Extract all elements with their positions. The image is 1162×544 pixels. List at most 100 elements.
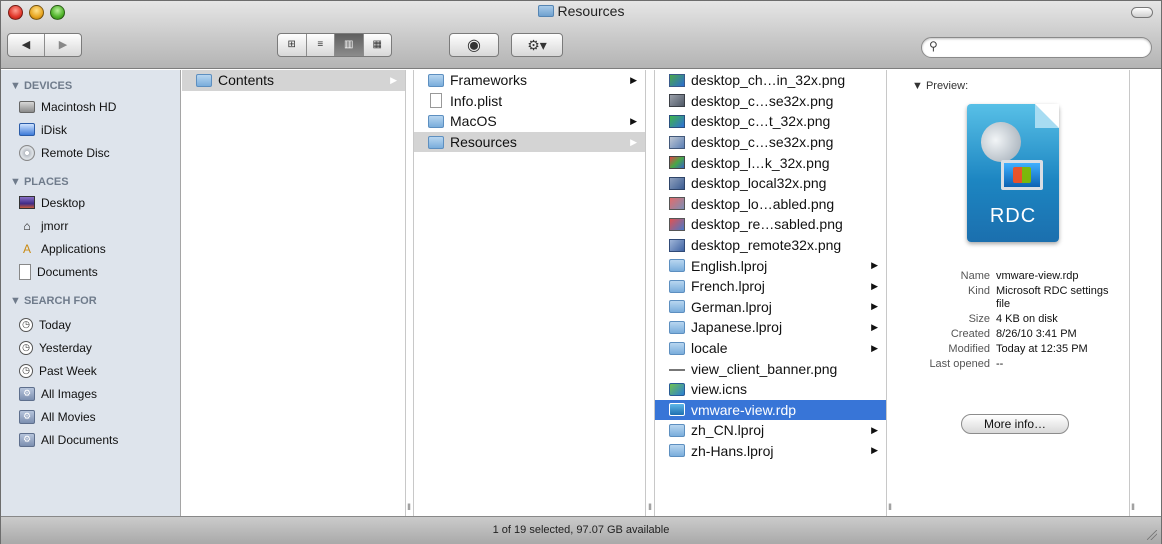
sidebar-item-all-images[interactable]: ⚙ All Images	[1, 382, 180, 405]
devices-heading[interactable]: ▼ DEVICES	[1, 77, 180, 95]
info-row-modified: Modified Today at 12:35 PM	[894, 343, 1130, 356]
file-row-frameworks[interactable]: Frameworks ▶	[414, 70, 645, 91]
folder-icon	[428, 135, 444, 149]
action-menu-button[interactable]: ⚙▾	[511, 33, 563, 57]
file-icon	[669, 403, 685, 417]
file-row[interactable]: English.lproj ▶	[655, 255, 886, 276]
file-icon	[669, 382, 685, 396]
more-info-button[interactable]: More info…	[961, 414, 1069, 434]
info-value: 8/26/10 3:41 PM	[996, 328, 1077, 340]
sidebar-item-yesterday[interactable]: ◷ Yesterday	[1, 336, 180, 359]
disc-icon	[19, 144, 35, 161]
file-row[interactable]: zh-Hans.lproj ▶	[655, 441, 886, 462]
list-view-button[interactable]: ≡	[307, 34, 335, 56]
folder-icon	[669, 341, 685, 355]
sidebar-item-all-documents[interactable]: ⚙ All Documents	[1, 428, 180, 451]
back-button[interactable]: ◀	[8, 34, 45, 56]
file-row[interactable]: desktop_lo…abled.png	[655, 194, 886, 215]
file-row[interactable]: German.lproj ▶	[655, 297, 886, 318]
file-row[interactable]: Japanese.lproj ▶	[655, 317, 886, 338]
file-name: zh-Hans.lproj	[691, 442, 774, 459]
file-row[interactable]: desktop_re…sabled.png	[655, 214, 886, 235]
info-row-kind: Kind Microsoft RDC settings file	[894, 285, 1130, 311]
forward-button[interactable]: ▶	[45, 34, 81, 56]
sidebar-item-label: iDisk	[41, 122, 67, 137]
folder-icon	[669, 259, 685, 273]
file-row[interactable]: desktop_c…se32x.png	[655, 132, 886, 153]
file-row[interactable]: locale ▶	[655, 338, 886, 359]
file-row[interactable]: desktop_local32x.png	[655, 173, 886, 194]
file-row[interactable]: French.lproj ▶	[655, 276, 886, 297]
file-row[interactable]: desktop_remote32x.png	[655, 235, 886, 256]
file-name: desktop_ch…in_32x.png	[691, 72, 846, 89]
view-mode-control: ⊞ ≡ ▥ ▦	[277, 33, 392, 57]
disclosure-arrow-icon: ▶	[390, 74, 397, 85]
disclosure-arrow-icon: ▶	[871, 342, 878, 353]
file-row-resources[interactable]: Resources ▶	[414, 131, 645, 153]
folder-icon	[537, 5, 554, 17]
file-row[interactable]: desktop_ch…in_32x.png	[655, 70, 886, 91]
sidebar-item-remote-disc[interactable]: Remote Disc	[1, 141, 180, 164]
clock-icon: ◷	[19, 317, 33, 332]
sidebar-item-macintosh-hd[interactable]: Macintosh HD	[1, 95, 180, 118]
file-name: desktop_remote32x.png	[691, 237, 842, 254]
file-row[interactable]: view.icns	[655, 379, 886, 400]
column-2: Frameworks ▶ Info.plist MacOS ▶ Resource…	[414, 70, 646, 516]
sidebar-item-label: All Documents	[41, 432, 119, 447]
info-key: Created	[950, 328, 990, 340]
sidebar: ▼ DEVICES Macintosh HD iDisk Remote Disc…	[1, 70, 181, 516]
info-row-created: Created 8/26/10 3:41 PM	[894, 328, 1130, 341]
sidebar-item-idisk[interactable]: iDisk	[1, 118, 180, 141]
column-resize-handle[interactable]: II	[406, 70, 414, 516]
sidebar-item-label: All Images	[41, 386, 98, 401]
file-row-macos[interactable]: MacOS ▶	[414, 111, 645, 132]
sidebar-item-desktop[interactable]: Desktop	[1, 191, 180, 214]
sidebar-item-all-movies[interactable]: ⚙ All Movies	[1, 405, 180, 428]
file-name: Contents	[218, 72, 275, 89]
sidebar-item-today[interactable]: ◷ Today	[1, 313, 180, 336]
file-row[interactable]: desktop_c…se32x.png	[655, 91, 886, 112]
sidebar-item-label: jmorr	[41, 218, 69, 233]
sidebar-item-label: Desktop	[41, 195, 86, 210]
clock-icon: ◷	[19, 363, 33, 378]
sidebar-item-documents[interactable]: Documents	[1, 260, 180, 283]
file-name: MacOS	[450, 113, 497, 130]
title-bar: Resources ◀ ▶ ⊞ ≡ ▥ ▦ ◉ ⚙▾ ⚲	[1, 1, 1161, 69]
preview-heading[interactable]: ▼ Preview:	[894, 70, 1129, 92]
search-field[interactable]: ⚲	[921, 37, 1152, 58]
sidebar-item-label: Applications	[41, 241, 106, 256]
file-info: Name vmware-view.rdp Kind Microsoft RDC se…	[894, 270, 1130, 373]
info-key: Name	[960, 270, 990, 282]
search-input[interactable]	[944, 40, 1144, 55]
quick-look-button[interactable]: ◉	[449, 33, 499, 57]
resize-grip-icon[interactable]	[1147, 530, 1157, 540]
search-for-heading[interactable]: ▼ SEARCH FOR	[1, 292, 180, 310]
sidebar-item-past-week[interactable]: ◷ Past Week	[1, 359, 180, 382]
coverflow-view-button[interactable]: ▦	[364, 34, 392, 56]
file-name: Japanese.lproj	[691, 319, 783, 336]
info-value: --	[996, 358, 1004, 370]
disclosure-arrow-icon: ▶	[871, 424, 878, 435]
file-row[interactable]: view_client_banner.png	[655, 358, 886, 379]
info-row-size: Size 4 KB on disk	[894, 313, 1130, 326]
file-name: view.icns	[691, 381, 748, 398]
folder-icon	[669, 279, 685, 293]
info-value: 4 KB on disk	[996, 313, 1058, 325]
column-resize-handle[interactable]: II	[1130, 70, 1161, 516]
icon-view-button[interactable]: ⊞	[278, 34, 307, 56]
file-row-contents[interactable]: Contents ▶	[182, 70, 405, 91]
file-name: Info.plist	[450, 92, 503, 109]
file-row[interactable]: desktop_c…t_32x.png	[655, 111, 886, 132]
icon-caption: RDC	[989, 205, 1037, 227]
sidebar-item-jmorr[interactable]: ⌂ jmorr	[1, 214, 180, 237]
column-resize-handle[interactable]: II	[647, 70, 655, 516]
file-row[interactable]: vmware-view.rdp	[655, 399, 886, 421]
file-row-info-plist[interactable]: Info.plist	[414, 91, 645, 112]
file-row[interactable]: desktop_l…k_32x.png	[655, 152, 886, 173]
places-heading[interactable]: ▼ PLACES	[1, 173, 180, 191]
sidebar-item-applications[interactable]: A Applications	[1, 237, 180, 260]
toolbar-toggle-button[interactable]	[1131, 7, 1153, 18]
file-row[interactable]: zh_CN.lproj ▶	[655, 420, 886, 441]
column-view-button[interactable]: ▥	[335, 34, 364, 56]
file-icon	[669, 197, 685, 211]
